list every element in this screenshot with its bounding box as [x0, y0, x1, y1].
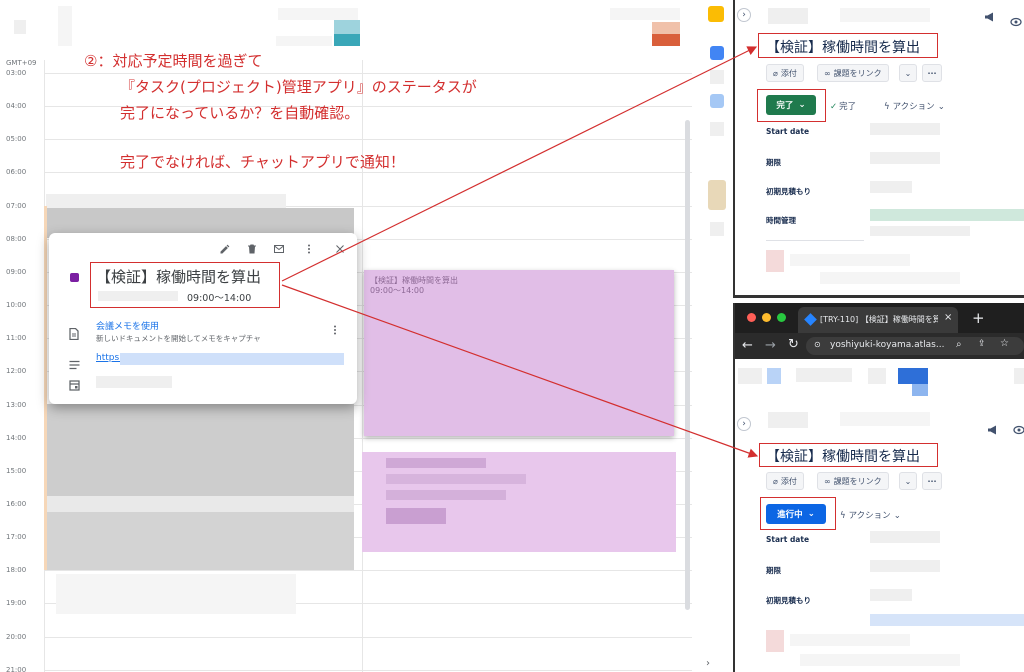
annotation-arrows	[281, 46, 759, 458]
arrow-to-done-issue	[281, 46, 758, 282]
screenshot-canvas: GMT+09 03:00 04:00 05:00 06:00 07:00 08:00 09:…	[0, 0, 1024, 672]
arrow-to-inprogress-issue	[281, 284, 759, 458]
